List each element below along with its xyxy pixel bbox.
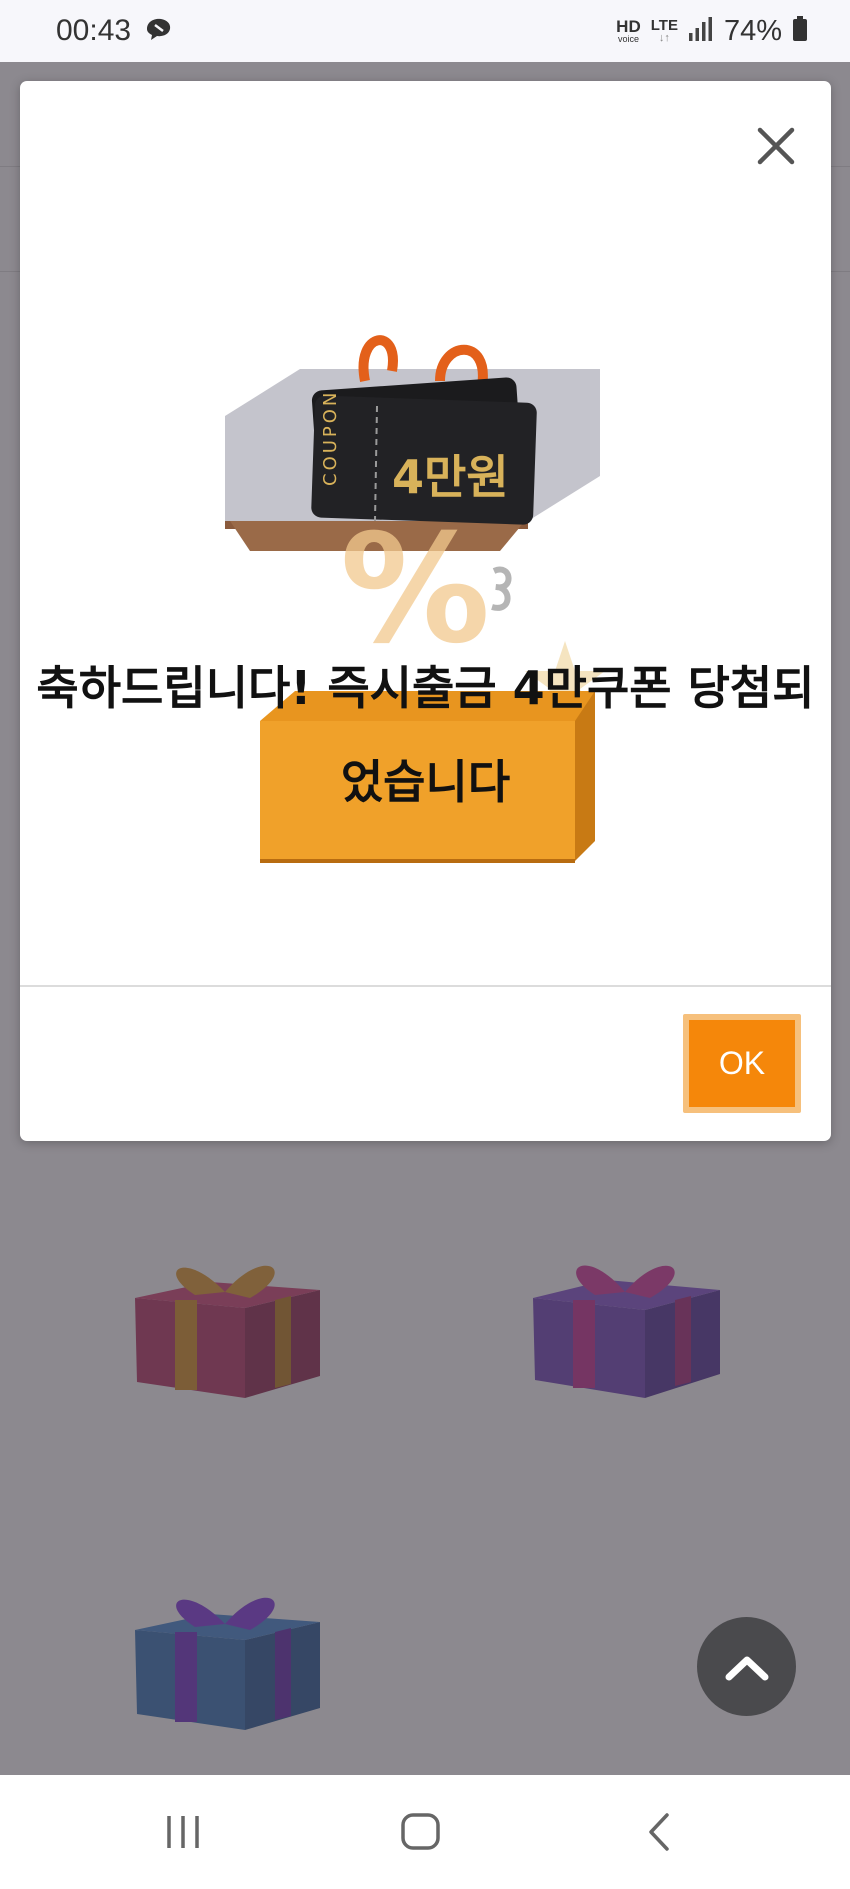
- back-button[interactable]: [600, 1775, 720, 1889]
- signal-icon: [688, 16, 714, 47]
- ok-button[interactable]: OK: [683, 1014, 801, 1113]
- recent-apps-button[interactable]: [123, 1775, 243, 1889]
- coupon-amount: 4만원: [392, 450, 509, 504]
- close-icon: [757, 127, 795, 165]
- lte-label: LTE: [650, 17, 678, 34]
- lte-arrows: ↓↑: [658, 32, 670, 44]
- status-right: HD voice LTE ↓↑ 74%: [616, 15, 808, 48]
- modal-message: 축하드립니다! 즉시출금 4만쿠폰 당첨되었습니다: [36, 661, 815, 809]
- status-bar: 00:43 HD voice LTE ↓↑ 74%: [0, 0, 850, 62]
- modal-close-button[interactable]: [748, 118, 804, 174]
- scroll-to-top-button[interactable]: [697, 1617, 796, 1716]
- back-icon: [649, 1813, 669, 1851]
- modal-divider: [20, 985, 831, 987]
- hd-label: HD: [616, 17, 641, 36]
- coupon-modal: % COUPON 4만원 축하드립니다! 즉시출금 4만쿠폰 당첨되었습니다: [20, 81, 831, 1141]
- coupon-hero-image: % COUPON 4만원: [20, 81, 831, 1061]
- home-button[interactable]: [361, 1775, 481, 1889]
- lte-badge: LTE ↓↑: [651, 18, 678, 44]
- hd-sub-label: voice: [617, 34, 639, 44]
- chevron-up-icon: [725, 1656, 768, 1680]
- system-nav-bar: [0, 1775, 850, 1889]
- battery-icon: [792, 15, 808, 47]
- battery-percent: 74%: [723, 14, 782, 47]
- status-left: 00:43: [56, 14, 175, 48]
- recent-apps-icon: [167, 1816, 199, 1848]
- talk-notification-icon: [143, 15, 175, 47]
- status-time: 00:43: [56, 14, 132, 47]
- coupon-side-label: COUPON: [320, 389, 341, 486]
- home-icon: [401, 1813, 440, 1850]
- hd-voice-badge: HD voice: [616, 18, 641, 44]
